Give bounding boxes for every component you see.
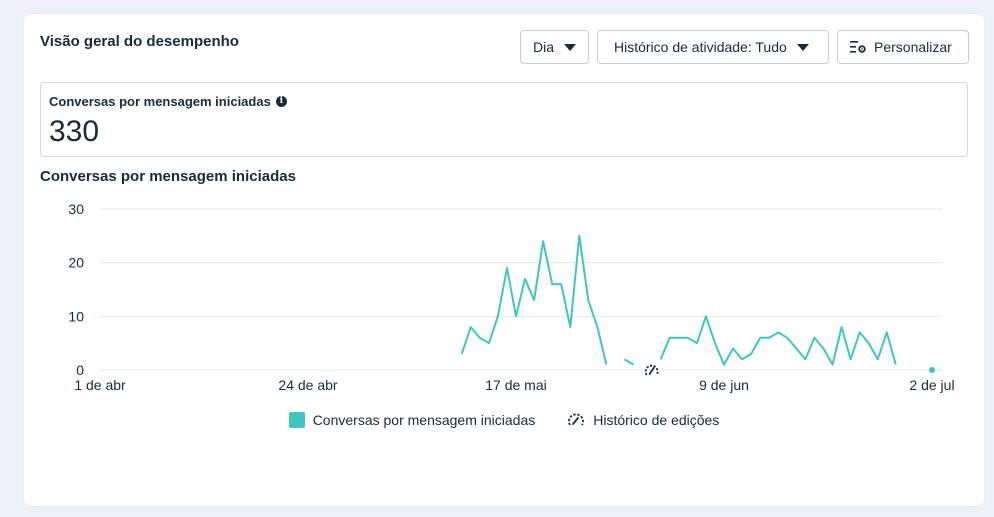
legend-label-conversations: Conversas por mensagem iniciadas bbox=[312, 412, 536, 428]
x-tick-label: 9 de jun bbox=[699, 377, 749, 393]
data-point bbox=[929, 367, 935, 373]
x-tick-label: 1 de abr bbox=[74, 377, 126, 393]
edit-history-icon bbox=[568, 413, 585, 426]
series-line bbox=[460, 234, 608, 365]
legend-label-edit-history: Histórico de edições bbox=[593, 412, 720, 428]
x-tick-label: 24 de abr bbox=[278, 377, 337, 393]
x-tick-label: 17 de mai bbox=[485, 377, 546, 393]
teal-square-icon bbox=[288, 412, 305, 428]
performance-overview-card: Visão geral do desempenho Dia Histórico … bbox=[24, 14, 984, 506]
series-line bbox=[623, 358, 635, 366]
x-tick-label: 2 de jul bbox=[909, 377, 954, 393]
legend-item-conversations[interactable]: Conversas por mensagem iniciadas bbox=[288, 412, 536, 428]
line-chart: 0 10 20 30 1 de abr 24 de abr 17 de mai 9 de ju… bbox=[68, 201, 954, 393]
y-tick-label: 30 bbox=[68, 201, 84, 217]
y-tick-label: 20 bbox=[68, 255, 84, 271]
y-tick-label: 10 bbox=[68, 308, 84, 324]
y-tick-label: 0 bbox=[76, 362, 84, 378]
legend-item-edit-history[interactable]: Histórico de edições bbox=[567, 412, 719, 428]
chart-legend: Conversas por mensagem iniciadas Históri… bbox=[24, 412, 984, 428]
series-line bbox=[659, 315, 897, 366]
